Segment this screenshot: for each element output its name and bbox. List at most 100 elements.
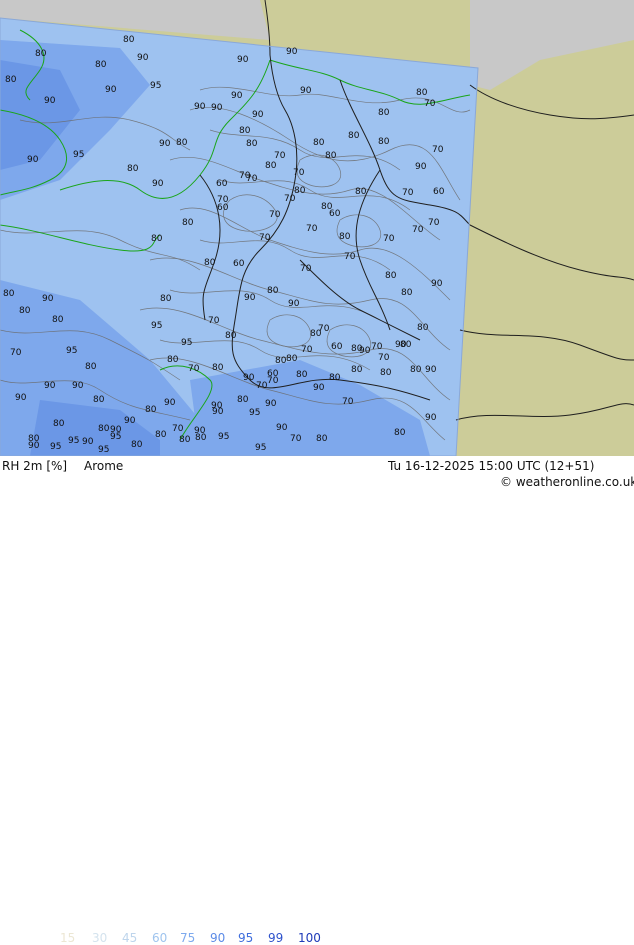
contour-label: 90 <box>276 423 288 433</box>
contour-label: 80 <box>204 258 216 268</box>
contour-label: 80 <box>93 395 105 405</box>
contour-label: 80 <box>5 75 17 85</box>
legend-value-60: 60 <box>152 931 168 945</box>
contour-label: 70 <box>269 210 281 220</box>
contour-label: 70 <box>274 151 286 161</box>
contour-label: 80 <box>275 356 287 366</box>
contour-label: 80 <box>267 286 279 296</box>
contour-label: 95 <box>218 432 229 442</box>
contour-label: 70 <box>239 171 251 181</box>
contour-label: 80 <box>179 435 191 445</box>
contour-label: 80 <box>3 289 15 299</box>
contour-label: 80 <box>385 271 397 281</box>
contour-label: 95 <box>73 150 84 160</box>
contour-label: 90 <box>44 96 56 106</box>
contour-label: 60 <box>267 369 279 379</box>
legend-value-75: 75 <box>180 931 196 945</box>
legend-value-95: 95 <box>238 931 254 945</box>
contour-label: 70 <box>412 225 424 235</box>
contour-label: 90 <box>244 293 256 303</box>
contour-label: 90 <box>212 407 224 417</box>
contour-label: 80 <box>19 306 31 316</box>
contour-label: 80 <box>355 187 367 197</box>
contour-label: 60 <box>233 259 245 269</box>
contour-label: 90 <box>194 102 206 112</box>
contour-label: 60 <box>433 187 445 197</box>
contour-label: 80 <box>378 108 390 118</box>
contour-label: 70 <box>424 99 436 109</box>
contour-label: 80 <box>131 440 143 450</box>
contour-label: 80 <box>151 234 163 244</box>
contour-label: 60 <box>217 203 229 213</box>
contour-label: 80 <box>239 126 251 136</box>
contour-label: 80 <box>167 355 179 365</box>
contour-label: 80 <box>35 49 47 59</box>
contour-label: 70 <box>188 364 200 374</box>
contour-label: 70 <box>371 342 383 352</box>
contour-label: 80 <box>401 288 413 298</box>
contour-label: 70 <box>428 218 440 228</box>
contour-label: 70 <box>290 434 302 444</box>
contour-label: 80 <box>329 373 341 383</box>
legend-value-15: 15 <box>60 931 76 945</box>
contour-label: 90 <box>415 162 427 172</box>
contour-label: 60 <box>216 179 228 189</box>
model-name: Arome <box>84 459 124 473</box>
contour-label: 90 <box>82 437 94 447</box>
contour-label: 80 <box>339 232 351 242</box>
contour-label: 70 <box>293 168 305 178</box>
contour-label: 80 <box>85 362 97 372</box>
legend-value-90: 90 <box>210 931 226 945</box>
legend-value-30: 30 <box>92 931 108 945</box>
parameter-label: RH 2m [%] <box>2 459 68 473</box>
contour-label: 95 <box>249 408 260 418</box>
contour-label: 70 <box>306 224 318 234</box>
contour-label: 70 <box>383 234 395 244</box>
contour-label: 70 <box>208 316 220 326</box>
credit-text: © weatheronline.co.uk <box>500 475 634 489</box>
contour-label: 70 <box>432 145 444 155</box>
weather-map: 80 80 80 90 80 95 90 90 90 90 80 90 95 90 80 90 90 90 90 80… <box>0 0 634 457</box>
contour-label: 80 <box>417 323 429 333</box>
contour-label: 80 <box>351 365 363 375</box>
contour-label: 90 <box>42 294 54 304</box>
contour-label: 90 <box>286 47 298 57</box>
contour-label: 80 <box>160 294 172 304</box>
contour-label: 90 <box>137 53 149 63</box>
contour-label: 95 <box>110 432 121 442</box>
contour-label: 90 <box>243 373 255 383</box>
contour-label: 90 <box>194 426 206 436</box>
contour-label: 80 <box>286 354 298 364</box>
contour-label: 90 <box>237 55 249 65</box>
contour-label: 80 <box>321 202 333 212</box>
contour-label: 70 <box>378 353 390 363</box>
contour-label: 90 <box>231 91 243 101</box>
contour-label: 90 <box>395 340 407 350</box>
contour-label: 80 <box>410 365 422 375</box>
contour-label: 90 <box>105 85 117 95</box>
contour-label: 80 <box>394 428 406 438</box>
contour-label: 80 <box>378 137 390 147</box>
contour-label: 70 <box>318 324 330 334</box>
contour-label: 90 <box>300 86 312 96</box>
contour-label: 60 <box>331 342 343 352</box>
contour-label: 95 <box>151 321 162 331</box>
contour-label: 80 <box>313 138 325 148</box>
contour-label: 80 <box>380 368 392 378</box>
contour-label: 95 <box>255 443 266 453</box>
contour-label: 90 <box>159 139 171 149</box>
contour-label: 90 <box>431 279 443 289</box>
contour-label: 70 <box>256 381 268 391</box>
contour-label: 80 <box>351 344 363 354</box>
contour-label: 70 <box>344 252 356 262</box>
contour-label: 70 <box>10 348 22 358</box>
contour-label: 90 <box>252 110 264 120</box>
contour-label: 80 <box>98 424 110 434</box>
contour-label: 80 <box>225 331 237 341</box>
contour-label: 80 <box>176 138 188 148</box>
contour-label: 80 <box>95 60 107 70</box>
contour-label: 90 <box>72 381 84 391</box>
contour-label: 95 <box>98 445 109 455</box>
legend-value-99: 99 <box>268 931 284 945</box>
contour-label: 90 <box>27 155 39 165</box>
